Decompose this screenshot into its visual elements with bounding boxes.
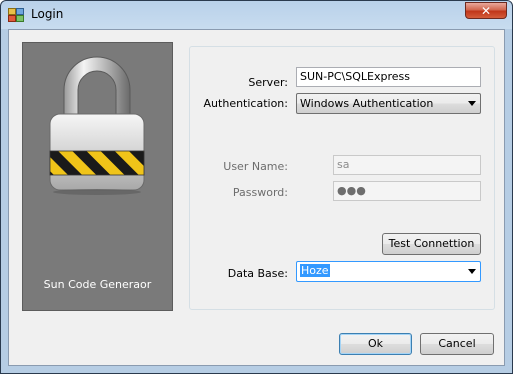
test-connection-button[interactable]: Test Connettion [382, 233, 481, 255]
username-input[interactable]: sa [333, 155, 481, 175]
padlock-icon [49, 56, 145, 195]
username-label: User Name: [223, 160, 288, 173]
window-title: Login [31, 7, 64, 21]
ok-button[interactable]: Ok [339, 333, 412, 355]
chevron-down-icon [468, 269, 476, 274]
dialog-client-area: Sun Code Generaor Server: SUN-PC\SQLExpr… [8, 29, 505, 366]
app-form-icon [8, 8, 24, 22]
close-button[interactable]: ✕ [465, 2, 507, 19]
cancel-button[interactable]: Cancel [420, 333, 494, 355]
authentication-select[interactable]: Windows Authentication [296, 93, 481, 114]
login-window: Login ✕ Sun Code Generaor Server: SUN-PC… [0, 0, 513, 374]
logo-panel: Sun Code Generaor [22, 42, 173, 311]
chevron-down-icon [468, 101, 476, 106]
server-label: Server: [248, 76, 288, 89]
password-input[interactable]: ●●● [333, 181, 481, 201]
authentication-label: Authentication: [203, 97, 288, 110]
authentication-selected-value: Windows Authentication [300, 97, 434, 110]
database-select[interactable]: Hoze [296, 261, 481, 282]
title-bar[interactable]: Login ✕ [1, 1, 512, 29]
server-input[interactable]: SUN-PC\SQLExpress [296, 67, 481, 87]
database-selected-value[interactable]: Hoze [300, 264, 330, 277]
close-icon: ✕ [480, 4, 492, 18]
connection-groupbox: Server: SUN-PC\SQLExpress Authentication… [189, 46, 495, 310]
password-label: Password: [232, 186, 288, 199]
database-label: Data Base: [227, 267, 288, 280]
app-name-caption: Sun Code Generaor [43, 278, 152, 291]
